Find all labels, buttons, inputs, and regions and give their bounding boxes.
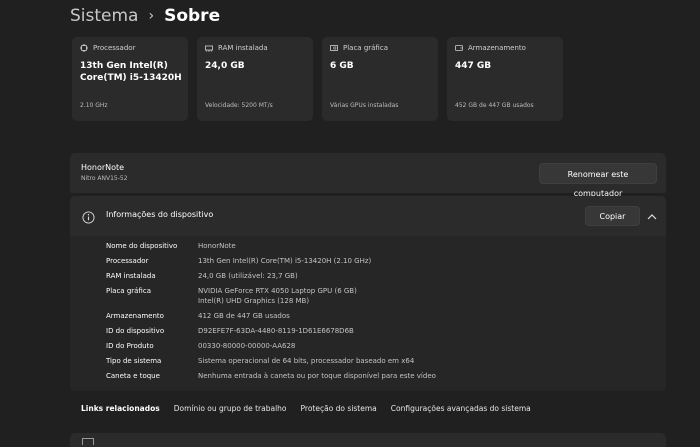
windows-specs-icon: [82, 438, 94, 445]
card-sub: 2.10 GHz: [80, 102, 108, 109]
spec-row: RAM instalada 24,0 GB (utilizável: 23,7 …: [106, 271, 436, 281]
spec-row: Nome do dispositivo HonorNote: [106, 241, 436, 251]
card-label: Processador: [93, 44, 136, 52]
storage-icon: [455, 44, 463, 52]
spec-value-line: Intel(R) UHD Graphics (128 MB): [198, 297, 310, 305]
related-links: Links relacionados Domínio ou grupo de t…: [81, 404, 531, 413]
breadcrumb: Sistema › Sobre: [70, 4, 220, 28]
spec-list: Nome do dispositivo HonorNote Processado…: [106, 241, 436, 386]
processor-icon: [80, 44, 88, 52]
card-sub: Velocidade: 5200 MT/s: [205, 102, 273, 109]
spec-value-line: NVIDIA GeForce RTX 4050 Laptop GPU (6 GB…: [198, 287, 357, 295]
spec-value: 412 GB de 447 GB usados: [198, 312, 290, 320]
device-name-bar: HonorNote Nitro ANV15-52 Renomear este c…: [70, 153, 666, 198]
info-icon: [82, 209, 95, 224]
rename-computer-button[interactable]: Renomear este computador: [539, 163, 657, 198]
device-model: Nitro ANV15-52: [81, 175, 128, 182]
card-storage: Armazenamento 447 GB 452 GB de 447 GB us…: [447, 37, 563, 121]
card-value: 24,0 GB: [205, 61, 245, 71]
spec-value: 24,0 GB (utilizável: 23,7 GB): [198, 272, 298, 280]
spec-row: Placa gráfica NVIDIA GeForce RTX 4050 La…: [106, 286, 436, 306]
spec-label: Tipo de sistema: [106, 357, 162, 365]
card-value: 13th Gen Intel(R) Core(TM) i5-13420H: [80, 61, 182, 83]
spec-row: Armazenamento 412 GB de 447 GB usados: [106, 311, 436, 321]
spec-label: RAM instalada: [106, 272, 156, 280]
spec-value: Sistema operacional de 64 bits, processa…: [198, 357, 415, 365]
spec-value: NVIDIA GeForce RTX 4050 Laptop GPU (6 GB…: [198, 286, 357, 306]
spec-row: Tipo de sistema Sistema operacional de 6…: [106, 356, 436, 366]
page-title: Sobre: [164, 6, 221, 26]
spec-label: Armazenamento: [106, 312, 164, 320]
card-value: 6 GB: [330, 61, 354, 71]
spec-row: ID do Produto 00330-80000-00000-AA628: [106, 341, 436, 351]
device-name: HonorNote: [81, 163, 125, 172]
copy-button[interactable]: Copiar: [585, 206, 640, 226]
card-sub: Várias GPUs instaladas: [330, 102, 399, 109]
device-specifications-section: Informações do dispositivo Copiar Nome d…: [70, 196, 666, 391]
card-value: 447 GB: [455, 61, 492, 71]
spec-cards: Processador 13th Gen Intel(R) Core(TM) i…: [72, 37, 563, 121]
card-sub: 452 GB de 447 GB usados: [455, 102, 534, 109]
spec-label: Caneta e toque: [106, 372, 160, 380]
spec-value: Nenhuma entrada à caneta ou por toque di…: [198, 372, 436, 380]
breadcrumb-separator: ›: [148, 8, 155, 24]
spec-value: D92EFE7F-63DA-4480-8119-1D61E6678D6B: [198, 327, 354, 335]
chevron-up-icon[interactable]: [645, 209, 659, 223]
ram-icon: [205, 44, 213, 52]
section-title: Informações do dispositivo: [106, 210, 214, 219]
spec-row: Caneta e toque Nenhuma entrada à caneta …: [106, 371, 436, 381]
card-label: Placa gráfica: [343, 44, 388, 52]
spec-value: 00330-80000-00000-AA628: [198, 342, 296, 350]
card-label: Armazenamento: [468, 44, 526, 52]
link-domain-workgroup[interactable]: Domínio ou grupo de trabalho: [174, 404, 287, 413]
spec-label: ID do Produto: [106, 342, 154, 350]
spec-label: Processador: [106, 257, 149, 265]
device-specifications-header[interactable]: Informações do dispositivo Copiar: [70, 196, 666, 236]
card-processor: Processador 13th Gen Intel(R) Core(TM) i…: [72, 37, 188, 121]
spec-row: Processador 13th Gen Intel(R) Core(TM) i…: [106, 256, 436, 266]
spec-row: ID do dispositivo D92EFE7F-63DA-4480-811…: [106, 326, 436, 336]
card-label: RAM instalada: [218, 44, 268, 52]
spec-label: ID do dispositivo: [106, 327, 165, 335]
spec-label: Placa gráfica: [106, 287, 151, 295]
card-gpu: Placa gráfica 6 GB Várias GPUs instalada…: [322, 37, 438, 121]
link-system-protection[interactable]: Proteção do sistema: [301, 404, 377, 413]
spec-value: HonorNote: [198, 242, 236, 250]
breadcrumb-parent-sistema[interactable]: Sistema: [70, 4, 138, 28]
spec-label: Nome do dispositivo: [106, 242, 178, 250]
link-advanced-system-settings[interactable]: Configurações avançadas do sistema: [391, 404, 531, 413]
card-ram: RAM instalada 24,0 GB Velocidade: 5200 M…: [197, 37, 313, 121]
spec-value: 13th Gen Intel(R) Core(TM) i5-13420H (2.…: [198, 257, 372, 265]
gpu-icon: [330, 44, 338, 52]
related-links-title: Links relacionados: [81, 404, 160, 413]
